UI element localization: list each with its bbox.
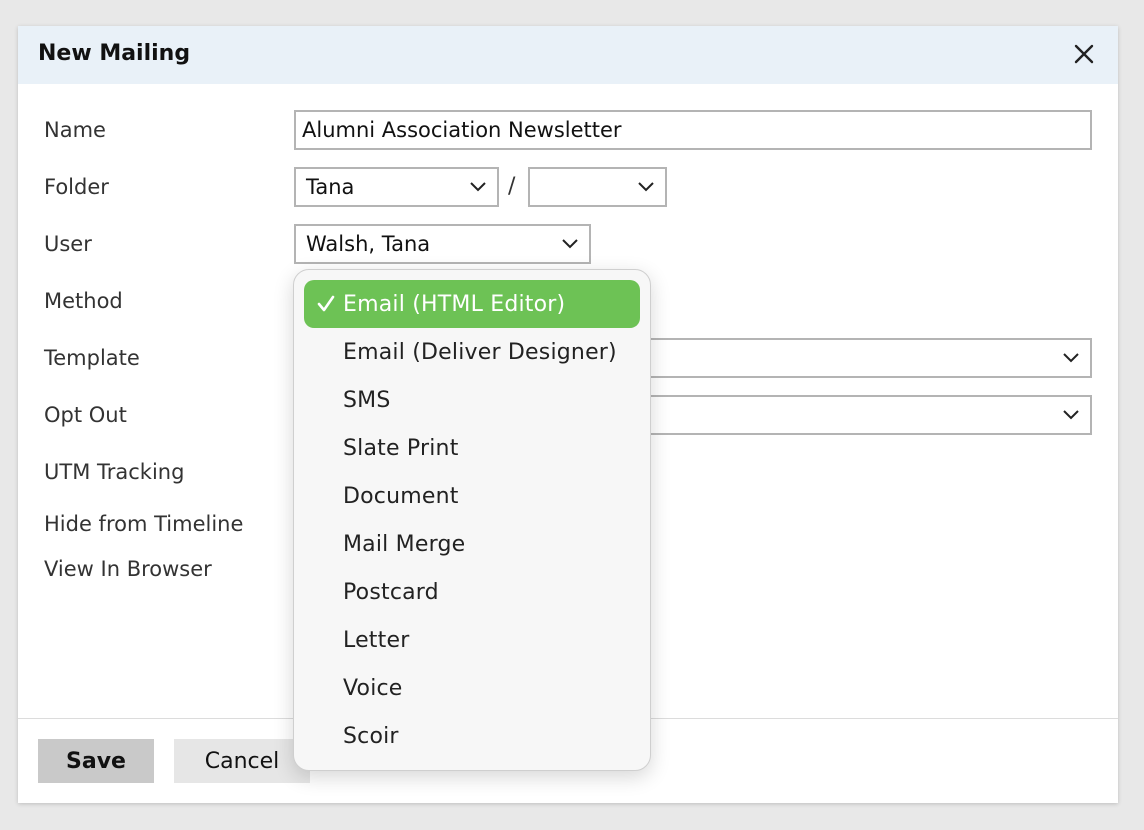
user-select-value: Walsh, Tana xyxy=(306,232,431,256)
method-option-label: Email (HTML Editor) xyxy=(343,291,566,317)
name-label: Name xyxy=(44,118,106,142)
dialog-title: New Mailing xyxy=(38,41,191,66)
method-option-label: SMS xyxy=(343,387,391,413)
method-option[interactable]: Email (HTML Editor) xyxy=(304,280,640,328)
method-label: Method xyxy=(44,289,123,313)
save-button[interactable]: Save xyxy=(38,739,154,783)
method-option[interactable]: Mail Merge xyxy=(304,520,640,568)
folder-select[interactable]: Tana xyxy=(294,167,499,207)
close-button[interactable] xyxy=(1072,42,1096,66)
chevron-down-icon xyxy=(638,182,654,192)
method-option[interactable]: Letter xyxy=(304,616,640,664)
method-option[interactable]: Scoir xyxy=(304,712,640,760)
folder-separator: / xyxy=(508,174,516,199)
method-option-label: Voice xyxy=(343,675,403,701)
dialog-header: New Mailing xyxy=(18,26,1118,84)
folder-select-value: Tana xyxy=(306,175,355,199)
method-option[interactable]: Voice xyxy=(304,664,640,712)
checkmark-icon xyxy=(317,295,335,312)
method-option-label: Slate Print xyxy=(343,435,459,461)
method-option-label: Postcard xyxy=(343,579,439,605)
folder-label: Folder xyxy=(44,175,109,199)
name-input-value: Alumni Association Newsletter xyxy=(302,118,622,142)
method-option-label: Scoir xyxy=(343,723,399,749)
method-option[interactable]: Email (Deliver Designer) xyxy=(304,328,640,376)
cancel-button[interactable]: Cancel xyxy=(174,739,310,783)
method-option[interactable]: SMS xyxy=(304,376,640,424)
method-option[interactable]: Slate Print xyxy=(304,424,640,472)
name-input[interactable]: Alumni Association Newsletter xyxy=(294,110,1092,150)
chevron-down-icon xyxy=(470,182,486,192)
method-option[interactable]: Postcard xyxy=(304,568,640,616)
user-select[interactable]: Walsh, Tana xyxy=(294,224,591,264)
subfolder-select[interactable] xyxy=(528,167,667,207)
chevron-down-icon xyxy=(562,239,578,249)
template-label: Template xyxy=(44,346,140,370)
view-in-browser-label: View In Browser xyxy=(44,557,212,581)
chevron-down-icon xyxy=(1063,410,1079,420)
close-icon xyxy=(1074,44,1094,64)
method-option-label: Email (Deliver Designer) xyxy=(343,339,617,365)
user-label: User xyxy=(44,232,92,256)
opt-out-label: Opt Out xyxy=(44,403,127,427)
method-option[interactable]: Document xyxy=(304,472,640,520)
method-option-label: Mail Merge xyxy=(343,531,466,557)
chevron-down-icon xyxy=(1063,353,1079,363)
utm-tracking-label: UTM Tracking xyxy=(44,460,185,484)
hide-from-timeline-label: Hide from Timeline xyxy=(44,512,244,536)
method-dropdown-menu: Email (HTML Editor) Email (Deliver Design… xyxy=(293,269,651,771)
method-option-label: Letter xyxy=(343,627,410,653)
method-option-label: Document xyxy=(343,483,459,509)
